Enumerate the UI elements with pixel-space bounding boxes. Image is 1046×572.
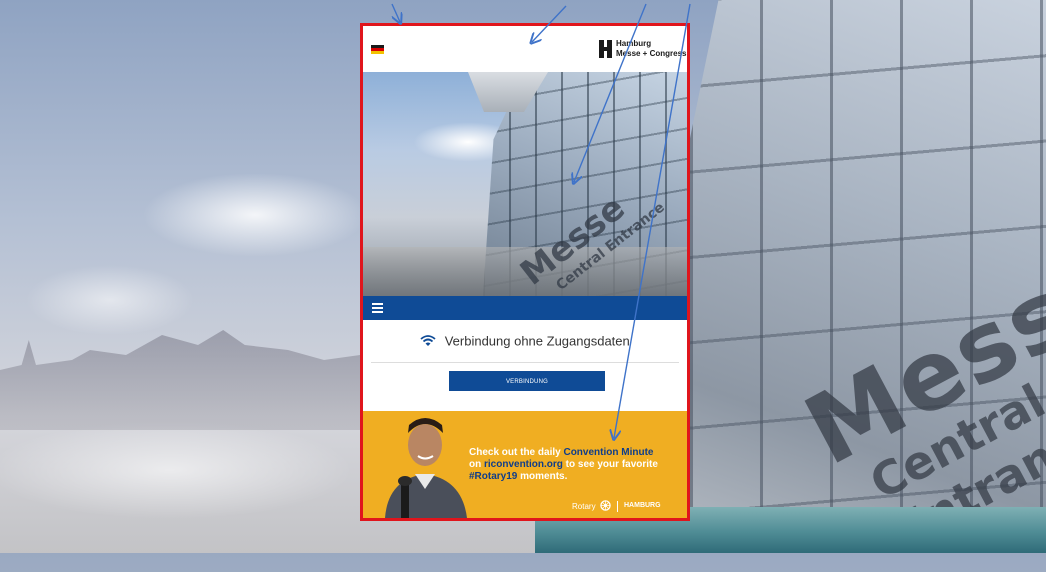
banner-text: Check out the daily Convention Minute on… (469, 447, 684, 483)
banner-footer: Rotary HAMBURG (572, 500, 682, 513)
convention-minute-banner[interactable]: Check out the daily Convention Minute on… (363, 411, 687, 518)
banner-line2-suffix: to see your favorite (562, 459, 658, 470)
banner-line2-prefix: on (469, 459, 484, 470)
connect-button[interactable]: VERBINDUNG (449, 371, 605, 391)
wifi-status: Verbindung ohne Zugangsdaten (363, 332, 687, 356)
hamburg-messe-logo[interactable]: Hamburg Messe + Congress (599, 38, 687, 62)
rotary-label: Rotary (572, 502, 596, 511)
wifi-label: Verbindung ohne Zugangsdaten (444, 333, 630, 349)
logo-line2: Messe + Congress (616, 49, 687, 58)
banner-line1-prefix: Check out the daily (469, 447, 564, 458)
rotary-wheel-icon (600, 500, 611, 511)
hero-image: Messe Central Entrance (363, 72, 687, 296)
flag-germany-icon[interactable] (371, 45, 384, 54)
divider (371, 362, 679, 363)
hamburger-menu-icon[interactable] (372, 303, 383, 313)
logo-line1: Hamburg (616, 39, 652, 48)
background-building-facade (690, 0, 1046, 553)
banner-line3-highlight: #Rotary19 (469, 471, 518, 482)
phone-screen-frame: Hamburg Messe + Congress Messe Central E… (360, 23, 690, 521)
banner-line1-highlight: Convention Minute (563, 447, 654, 458)
banner-line2-highlight[interactable]: riconvention.org (484, 459, 563, 470)
logo-text: Hamburg Messe + Congress (616, 39, 686, 59)
wifi-icon (420, 334, 436, 346)
hamburg-label: HAMBURG (624, 502, 661, 509)
top-bar: Hamburg Messe + Congress (363, 26, 687, 72)
navigation-bar (363, 296, 687, 320)
person-photo (385, 418, 467, 518)
hamburg-messe-logo-icon (599, 40, 615, 58)
banner-line3-suffix: moments. (517, 471, 568, 482)
